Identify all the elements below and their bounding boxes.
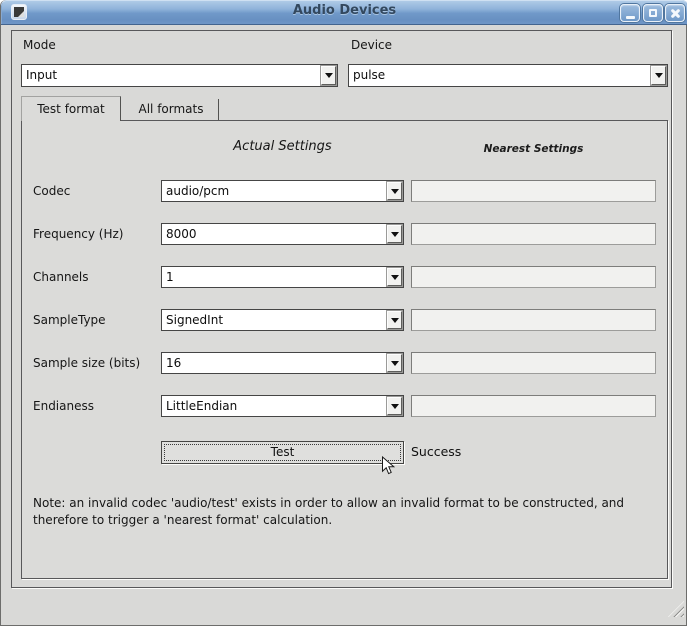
dropdown-arrow-icon bbox=[391, 275, 399, 280]
dropdown-arrow-icon bbox=[325, 73, 333, 78]
dropdown-arrow-icon bbox=[391, 232, 399, 237]
dropdown-arrow-icon bbox=[391, 361, 399, 366]
endianess-nearest-field bbox=[411, 395, 656, 417]
mode-select-dropdown-button[interactable] bbox=[321, 66, 336, 85]
device-label: Device bbox=[351, 38, 392, 52]
test-button[interactable]: Test bbox=[161, 441, 404, 464]
frequency-select[interactable]: 8000 bbox=[161, 223, 404, 245]
test-format-pane: Actual Settings Nearest Settings Codec a… bbox=[21, 120, 668, 579]
samplesize-label: Sample size (bits) bbox=[33, 356, 140, 370]
device-select-value: pulse bbox=[353, 65, 648, 86]
status-label: Success bbox=[411, 441, 461, 464]
channels-nearest-field bbox=[411, 266, 656, 288]
close-icon bbox=[670, 8, 681, 19]
samplesize-row: Sample size (bits) 16 bbox=[22, 352, 667, 375]
mode-label: Mode bbox=[23, 38, 56, 52]
channels-label: Channels bbox=[33, 270, 89, 284]
codec-label: Codec bbox=[33, 184, 70, 198]
note-text: Note: an invalid codec 'audio/test' exis… bbox=[33, 495, 645, 529]
codec-row: Codec audio/pcm bbox=[22, 180, 667, 203]
samplesize-select[interactable]: 16 bbox=[161, 352, 404, 374]
frequency-row: Frequency (Hz) 8000 bbox=[22, 223, 667, 246]
sampletype-label: SampleType bbox=[33, 313, 106, 327]
endianess-select-dropdown-button[interactable] bbox=[387, 397, 402, 415]
samplesize-nearest-field bbox=[411, 352, 656, 374]
tab-test-format[interactable]: Test format bbox=[21, 96, 121, 121]
frequency-select-value: 8000 bbox=[166, 224, 384, 244]
sampletype-select-value: SignedInt bbox=[166, 310, 384, 330]
resize-grip[interactable] bbox=[668, 601, 684, 617]
maximize-icon bbox=[649, 9, 657, 17]
sampletype-select[interactable]: SignedInt bbox=[161, 309, 404, 331]
dropdown-arrow-icon bbox=[391, 318, 399, 323]
sampletype-row: SampleType SignedInt bbox=[22, 309, 667, 332]
maximize-button[interactable] bbox=[643, 4, 663, 22]
channels-select-dropdown-button[interactable] bbox=[387, 268, 402, 286]
device-select[interactable]: pulse bbox=[348, 64, 668, 87]
actual-settings-header: Actual Settings bbox=[161, 139, 404, 154]
codec-select[interactable]: audio/pcm bbox=[161, 180, 404, 202]
dropdown-arrow-icon bbox=[391, 189, 399, 194]
endianess-select[interactable]: LittleEndian bbox=[161, 395, 404, 417]
audio-devices-window: Audio Devices Mode Device Input pulse Te… bbox=[0, 0, 687, 626]
channels-select-value: 1 bbox=[166, 267, 384, 287]
content-frame: Mode Device Input pulse Test format All … bbox=[11, 30, 672, 588]
codec-select-dropdown-button[interactable] bbox=[387, 182, 402, 200]
codec-select-value: audio/pcm bbox=[166, 181, 384, 201]
channels-row: Channels 1 bbox=[22, 266, 667, 289]
mode-select[interactable]: Input bbox=[21, 64, 338, 87]
samplesize-select-dropdown-button[interactable] bbox=[387, 354, 402, 372]
mode-select-value: Input bbox=[26, 65, 318, 86]
window-title: Audio Devices bbox=[1, 3, 687, 18]
titlebar[interactable]: Audio Devices bbox=[1, 0, 687, 25]
endianess-row: Endianess LittleEndian bbox=[22, 395, 667, 418]
device-select-dropdown-button[interactable] bbox=[651, 66, 666, 85]
frequency-select-dropdown-button[interactable] bbox=[387, 225, 402, 243]
dropdown-arrow-icon bbox=[655, 73, 663, 78]
channels-select[interactable]: 1 bbox=[161, 266, 404, 288]
nearest-settings-header: Nearest Settings bbox=[411, 143, 656, 155]
sampletype-select-dropdown-button[interactable] bbox=[387, 311, 402, 329]
close-button[interactable] bbox=[665, 4, 685, 22]
sampletype-nearest-field bbox=[411, 309, 656, 331]
minimize-icon bbox=[626, 16, 635, 19]
minimize-button[interactable] bbox=[620, 4, 640, 22]
endianess-label: Endianess bbox=[33, 399, 94, 413]
frequency-label: Frequency (Hz) bbox=[33, 227, 124, 241]
endianess-select-value: LittleEndian bbox=[166, 396, 384, 416]
tab-all-formats[interactable]: All formats bbox=[124, 99, 219, 120]
test-button-label: Test bbox=[271, 445, 295, 459]
frequency-nearest-field bbox=[411, 223, 656, 245]
codec-nearest-field bbox=[411, 180, 656, 202]
samplesize-select-value: 16 bbox=[166, 353, 384, 373]
dropdown-arrow-icon bbox=[391, 404, 399, 409]
